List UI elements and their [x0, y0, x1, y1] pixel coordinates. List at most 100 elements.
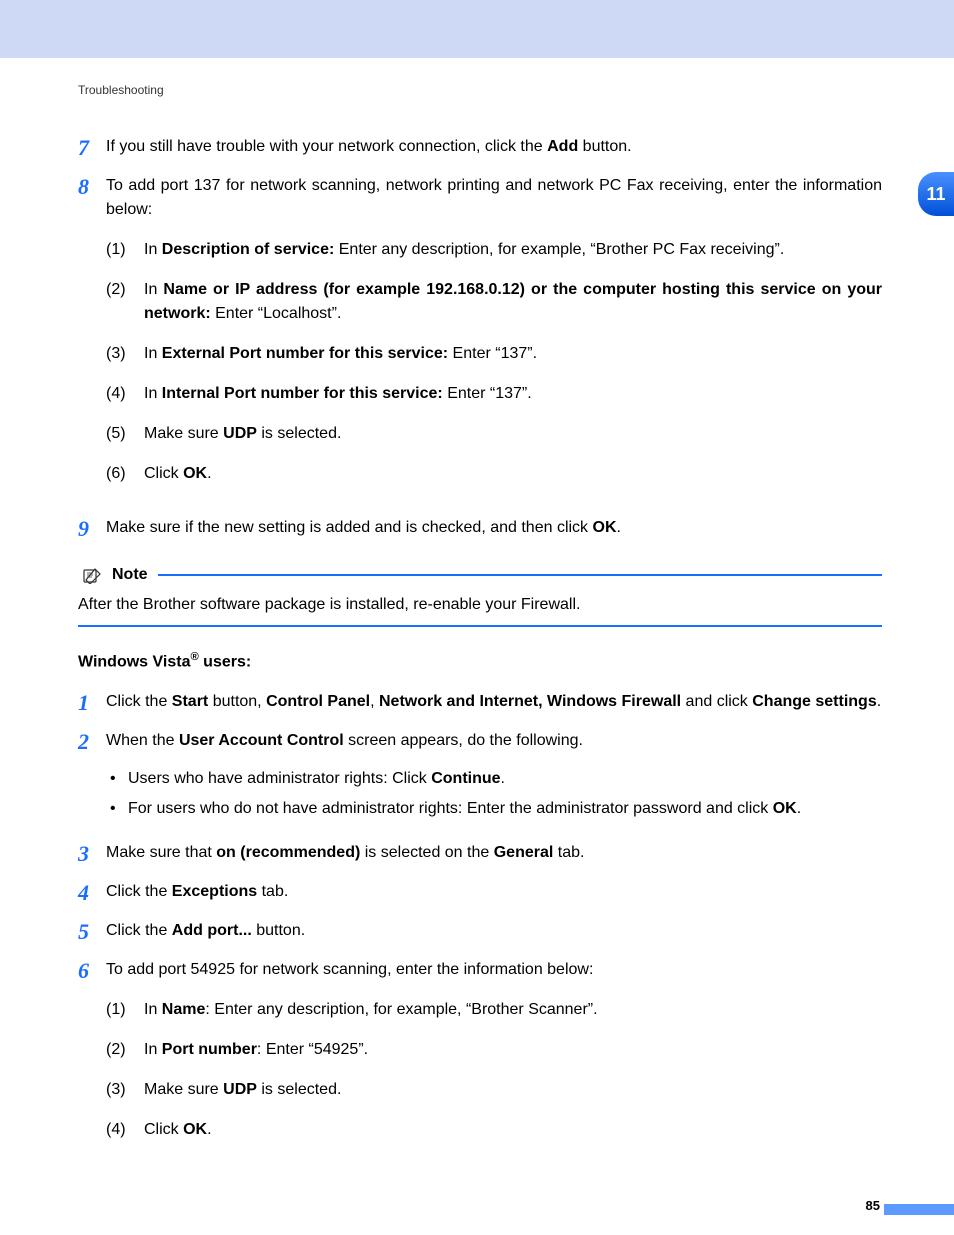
t: button. [252, 922, 305, 939]
sub-text: In Internal Port number for this service… [144, 382, 882, 406]
t: Click the [106, 922, 172, 939]
t: For users who do not have administrator … [128, 800, 773, 817]
t: is selected on the [360, 844, 493, 861]
step-7: 7 If you still have trouble with your ne… [78, 135, 882, 160]
sub-num: (3) [106, 342, 144, 366]
text: If you still have trouble with your netw… [106, 138, 547, 155]
t: , [370, 693, 379, 710]
t: In [144, 1041, 162, 1058]
step-body: When the User Account Control screen app… [106, 729, 882, 827]
t: is selected. [257, 1081, 341, 1098]
t: In [144, 281, 163, 298]
vista-step-2: 2 When the User Account Control screen a… [78, 729, 882, 827]
t: Click the [106, 883, 172, 900]
b: Internal Port number for this service: [162, 385, 443, 402]
b: Add port... [172, 922, 252, 939]
sub-text: In Name: Enter any description, for exam… [144, 998, 882, 1022]
t: Make sure that [106, 844, 216, 861]
t: . [501, 770, 505, 787]
top-bar [0, 0, 954, 58]
b: Description of service: [162, 241, 335, 258]
t: Make sure if the new setting is added an… [106, 519, 593, 536]
step-number: 9 [78, 516, 106, 541]
t: Enter “Localhost”. [211, 305, 342, 322]
step-number: 5 [78, 919, 106, 944]
bullet-item: • For users who do not have administrato… [106, 797, 882, 821]
t: Make sure [144, 425, 223, 442]
t: In [144, 1001, 162, 1018]
sub-num: (4) [106, 1118, 144, 1142]
b: Continue [431, 770, 500, 787]
sub-item: (2) In Name or IP address (for example 1… [106, 278, 882, 326]
b: Network and Internet, Windows Firewall [379, 693, 681, 710]
t: In [144, 345, 162, 362]
b: OK [183, 465, 207, 482]
sub-num: (2) [106, 1038, 144, 1062]
t: When the [106, 732, 179, 749]
vista-step-6: 6 To add port 54925 for network scanning… [78, 958, 882, 1158]
bullet-list: • Users who have administrator rights: C… [106, 767, 882, 821]
bullet-icon: • [106, 797, 128, 821]
b: External Port number for this service: [162, 345, 448, 362]
sub-num: (4) [106, 382, 144, 406]
sub-text: In External Port number for this service… [144, 342, 882, 366]
step-body: Make sure that on (recommended) is selec… [106, 841, 882, 866]
sup: ® [190, 651, 198, 663]
t: Click [144, 465, 183, 482]
t: : Enter “54925”. [257, 1041, 368, 1058]
b: Port number [162, 1041, 257, 1058]
b: User Account Control [179, 732, 344, 749]
sub-num: (1) [106, 238, 144, 262]
sub-item: (4) Click OK. [106, 1118, 882, 1142]
sub-text: Click OK. [144, 1118, 882, 1142]
step-body: Click the Add port... button. [106, 919, 882, 944]
sub-item: (3) Make sure UDP is selected. [106, 1078, 882, 1102]
sub-item: (1) In Name: Enter any description, for … [106, 998, 882, 1022]
note-header: Note [78, 565, 882, 585]
b: Exceptions [172, 883, 257, 900]
note-rule [158, 574, 882, 576]
sub-item: (2) In Port number: Enter “54925”. [106, 1038, 882, 1062]
t: Enter “137”. [448, 345, 537, 362]
t: . [797, 800, 801, 817]
step-number: 3 [78, 841, 106, 866]
b: OK [593, 519, 617, 536]
b: on (recommended) [216, 844, 360, 861]
sub-item: (6) Click OK. [106, 462, 882, 486]
step-body: Make sure if the new setting is added an… [106, 516, 882, 541]
step-9: 9 Make sure if the new setting is added … [78, 516, 882, 541]
sub-text: Click OK. [144, 462, 882, 486]
bullet-text: For users who do not have administrator … [128, 797, 801, 821]
t: Enter “137”. [443, 385, 532, 402]
t: users: [199, 654, 251, 671]
b: General [494, 844, 554, 861]
sub-num: (6) [106, 462, 144, 486]
step-8: 8 To add port 137 for network scanning, … [78, 174, 882, 502]
t: : Enter any description, for example, “B… [205, 1001, 597, 1018]
sub-item: (3) In External Port number for this ser… [106, 342, 882, 366]
t: . [877, 693, 881, 710]
sub-num: (3) [106, 1078, 144, 1102]
t: Make sure [144, 1081, 223, 1098]
sub-num: (1) [106, 998, 144, 1022]
t: Enter any description, for example, “Bro… [334, 241, 784, 258]
step-body: To add port 137 for network scanning, ne… [106, 174, 882, 502]
page-content: Troubleshooting 7 If you still have trou… [0, 58, 954, 1158]
step-number: 2 [78, 729, 106, 827]
sub-text: Make sure UDP is selected. [144, 422, 882, 446]
b: UDP [223, 425, 257, 442]
sub-text: In Name or IP address (for example 192.1… [144, 278, 882, 326]
note-label: Note [112, 566, 148, 584]
note-text: After the Brother software package is in… [78, 593, 882, 617]
page-accent [884, 1204, 954, 1215]
text: To add port 137 for network scanning, ne… [106, 177, 882, 218]
note-icon [78, 565, 106, 585]
vista-step-3: 3 Make sure that on (recommended) is sel… [78, 841, 882, 866]
t: tab. [257, 883, 288, 900]
t: Users who have administrator rights: Cli… [128, 770, 431, 787]
t: Click the [106, 693, 172, 710]
t: To add port 54925 for network scanning, … [106, 961, 593, 978]
t: . [207, 465, 211, 482]
b: Change settings [752, 693, 876, 710]
step-body: Click the Exceptions tab. [106, 880, 882, 905]
